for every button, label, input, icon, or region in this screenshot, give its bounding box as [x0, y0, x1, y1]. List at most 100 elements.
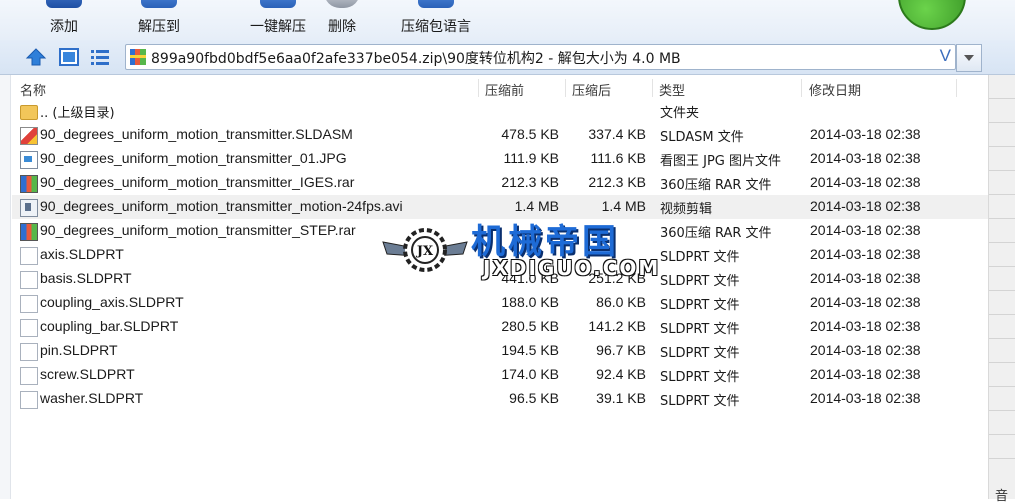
file-date: 2014-03-18 02:38	[810, 246, 921, 262]
delete-button[interactable]: 删除	[322, 0, 362, 40]
table-row[interactable]: 90_degrees_uniform_motion_transmitter_01…	[12, 147, 988, 171]
file-type: SLDPRT 文件	[660, 346, 740, 361]
add-icon	[46, 0, 82, 8]
security-badge-icon[interactable]	[898, 0, 966, 30]
table-row[interactable]: washer.SLDPRT 96.5 KB 39.1 KB SLDPRT 文件 …	[12, 387, 988, 411]
table-row[interactable]: screw.SLDPRT 174.0 KB 92.4 KB SLDPRT 文件 …	[12, 363, 988, 387]
file-original-size: 86.0 KB	[596, 294, 646, 310]
solidworks-assembly-icon	[20, 127, 38, 145]
view-mode-icon[interactable]	[58, 47, 80, 67]
parent-folder-type: 文件夹	[660, 106, 700, 121]
right-side-pane	[989, 75, 1015, 499]
file-date: 2014-03-18 02:38	[810, 318, 921, 334]
file-date: 2014-03-18 02:38	[810, 150, 921, 166]
part-file-icon	[20, 247, 38, 265]
file-date: 2014-03-18 02:38	[810, 126, 921, 142]
file-compressed-size: 280.5 KB	[501, 318, 559, 334]
delete-label: 删除	[328, 19, 356, 35]
file-name: basis.SLDPRT	[40, 270, 132, 286]
file-type: SLDPRT 文件	[660, 250, 740, 265]
part-file-icon	[20, 295, 38, 313]
part-file-icon	[20, 271, 38, 289]
up-arrow-icon[interactable]	[25, 47, 47, 67]
file-date: 2014-03-18 02:38	[810, 342, 921, 358]
extract-icon	[141, 0, 177, 8]
file-type: SLDPRT 文件	[660, 322, 740, 337]
file-name: coupling_axis.SLDPRT	[40, 294, 184, 310]
column-original[interactable]: 压缩后	[572, 80, 611, 99]
left-pane-edge	[0, 75, 11, 499]
part-file-icon	[20, 319, 38, 337]
file-type: SLDPRT 文件	[660, 274, 740, 289]
file-date: 2014-03-18 02:38	[810, 390, 921, 406]
file-compressed-size: 478.5 KB	[501, 126, 559, 142]
file-compressed-size: 174.0 KB	[501, 366, 559, 382]
table-row[interactable]: coupling_bar.SLDPRT 280.5 KB 141.2 KB SL…	[12, 315, 988, 339]
path-dropdown-button[interactable]	[956, 44, 982, 72]
column-compressed[interactable]: 压缩前	[485, 80, 524, 99]
add-button[interactable]: 添加	[40, 0, 88, 40]
rar-archive-icon	[20, 223, 38, 241]
file-compressed-size: 111.9 KB	[503, 150, 559, 166]
part-file-icon	[20, 391, 38, 409]
file-original-size: 141.2 KB	[588, 318, 646, 334]
one-click-extract-label: 一键解压	[250, 19, 306, 35]
table-row[interactable]: 90_degrees_uniform_motion_transmitter.SL…	[12, 123, 988, 147]
file-name: axis.SLDPRT	[40, 246, 124, 262]
parent-folder-name: .. (上级目录)	[40, 106, 115, 121]
table-row[interactable]: coupling_axis.SLDPRT 188.0 KB 86.0 KB SL…	[12, 291, 988, 315]
part-file-icon	[20, 343, 38, 361]
column-modified[interactable]: 修改日期	[809, 80, 861, 99]
file-date: 2014-03-18 02:38	[810, 174, 921, 190]
jpg-image-icon	[20, 151, 38, 169]
file-name: pin.SLDPRT	[40, 342, 118, 358]
extract-to-button[interactable]: 解压到	[132, 0, 186, 40]
toolbar: 添加 解压到 一键解压 删除 压缩包语言	[0, 0, 1015, 40]
rar-archive-icon	[20, 175, 38, 193]
file-name: washer.SLDPRT	[40, 390, 144, 406]
file-type: SLDPRT 文件	[660, 394, 740, 409]
file-original-size: 111.6 KB	[590, 150, 646, 166]
file-compressed-size: 212.3 KB	[501, 174, 559, 190]
file-original-size: 337.4 KB	[588, 126, 646, 142]
file-name: 90_degrees_uniform_motion_transmitter_01…	[40, 150, 347, 166]
file-date: 2014-03-18 02:38	[810, 222, 921, 238]
file-name: 90_degrees_uniform_motion_transmitter_IG…	[40, 174, 355, 190]
chevron-down-icon	[964, 55, 974, 61]
add-label: 添加	[50, 19, 78, 35]
file-name: coupling_bar.SLDPRT	[40, 318, 179, 334]
file-original-size: 39.1 KB	[596, 390, 646, 406]
file-date: 2014-03-18 02:38	[810, 366, 921, 382]
table-row[interactable]: pin.SLDPRT 194.5 KB 96.7 KB SLDPRT 文件 20…	[12, 339, 988, 363]
file-compressed-size: 96.5 KB	[509, 390, 559, 406]
watermark-subtitle: JXDIGUO.COM	[483, 256, 661, 280]
file-date: 2014-03-18 02:38	[810, 270, 921, 286]
path-text: 899a90fbd0bdf5e6aa0f2afe337be054.zip\90度…	[151, 51, 681, 67]
table-row[interactable]: 90_degrees_uniform_motion_transmitter_IG…	[12, 171, 988, 195]
column-name[interactable]: 名称	[20, 80, 46, 99]
path-v-marker[interactable]: V	[940, 46, 951, 66]
folder-icon	[20, 105, 38, 120]
gear-wings-logo-icon: JX	[375, 212, 475, 284]
language-icon	[418, 0, 454, 8]
column-type[interactable]: 类型	[659, 80, 685, 99]
path-field[interactable]: 899a90fbd0bdf5e6aa0f2afe337be054.zip\90度…	[125, 44, 956, 70]
file-date: 2014-03-18 02:38	[810, 198, 921, 214]
right-edge-text: 音	[995, 489, 1009, 504]
file-original-size: 92.4 KB	[596, 366, 646, 382]
trash-icon	[324, 0, 360, 8]
svg-text:JX: JX	[416, 244, 434, 259]
parent-folder-row[interactable]: .. (上级目录) 文件夹	[12, 99, 988, 123]
list-view-icon[interactable]	[89, 47, 111, 67]
watermark-logo: JX 机械帝国 JXDIGUO.COM	[375, 212, 670, 284]
column-header: 名称 压缩前 压缩后 类型 修改日期	[12, 75, 988, 99]
file-original-size: 96.7 KB	[596, 342, 646, 358]
language-pack-label: 压缩包语言	[401, 19, 471, 35]
file-name: 90_degrees_uniform_motion_transmitter_mo…	[40, 198, 403, 214]
address-bar: 899a90fbd0bdf5e6aa0f2afe337be054.zip\90度…	[0, 40, 1015, 75]
file-type: 看图王 JPG 图片文件	[660, 154, 782, 169]
one-click-extract-button[interactable]: 一键解压	[246, 0, 310, 40]
language-pack-button[interactable]: 压缩包语言	[398, 0, 474, 40]
file-type: SLDPRT 文件	[660, 298, 740, 313]
file-original-size: 212.3 KB	[588, 174, 646, 190]
